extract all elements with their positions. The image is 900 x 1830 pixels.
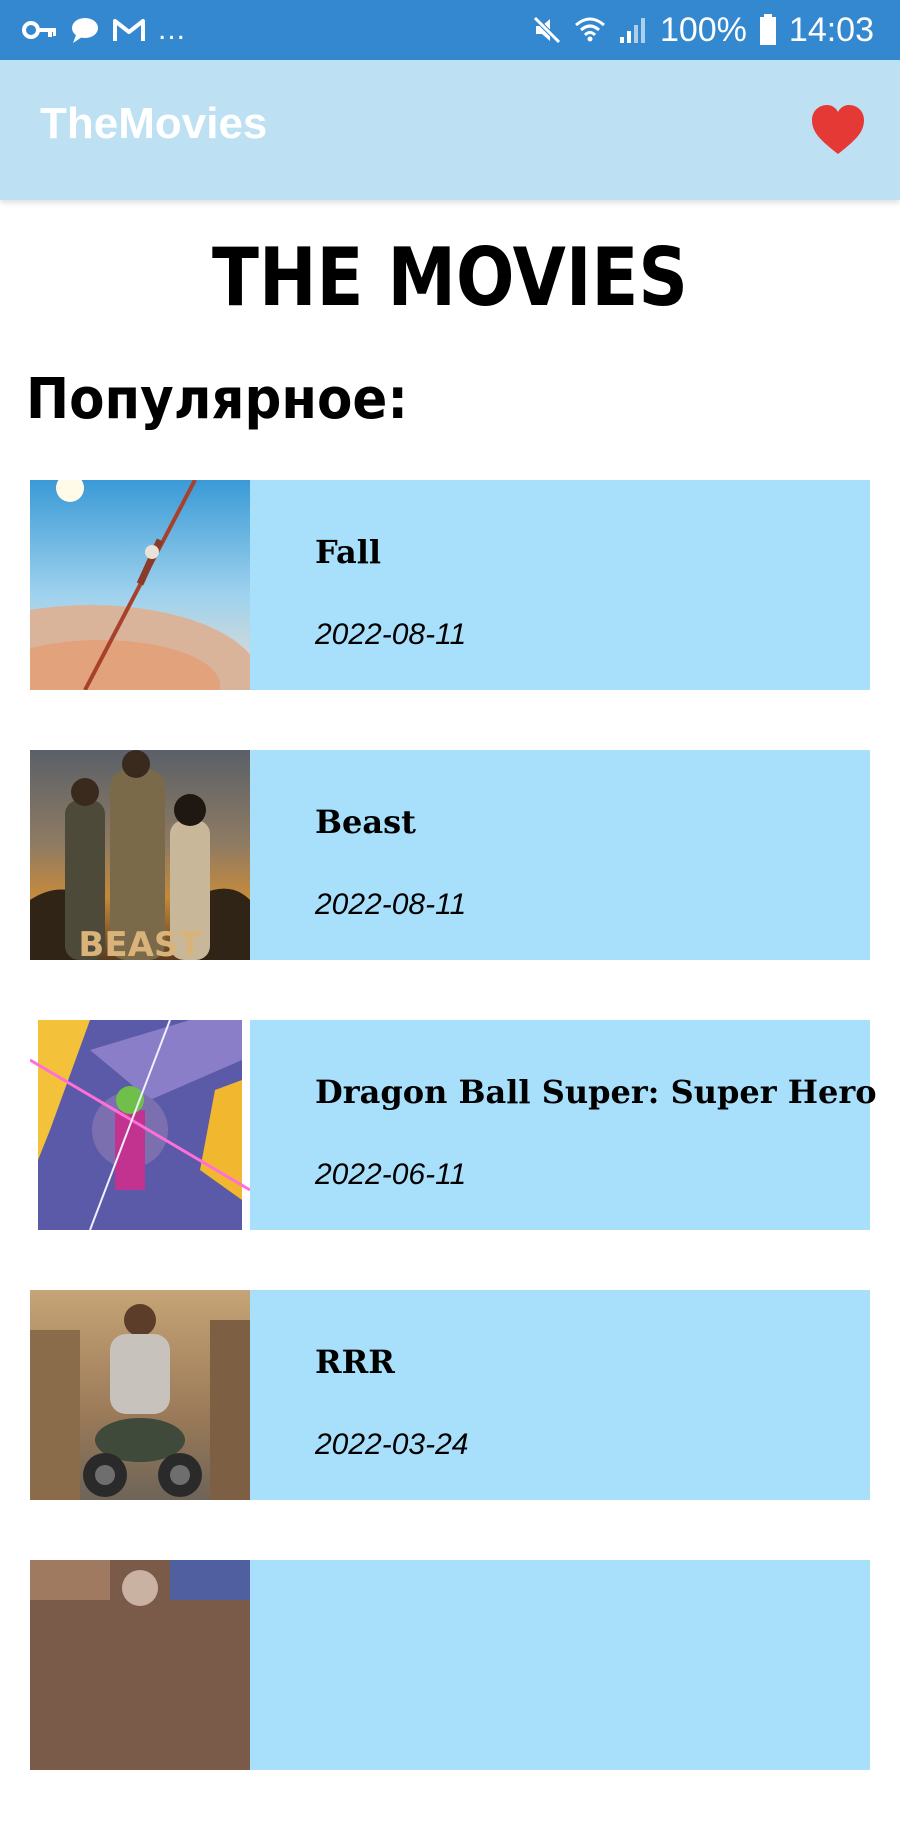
movie-poster: BEAST bbox=[30, 750, 250, 960]
overflow-indicator: ... bbox=[158, 13, 187, 46]
movie-release-date: 2022-03-24 bbox=[315, 1428, 469, 1461]
movie-release-date: 2022-06-11 bbox=[315, 1158, 467, 1191]
chat-bubble-icon bbox=[70, 16, 100, 44]
favorites-button[interactable] bbox=[810, 104, 866, 156]
wifi-icon bbox=[574, 15, 606, 45]
section-title: Популярное: bbox=[26, 367, 408, 432]
movie-card[interactable]: RRR 2022-03-24 bbox=[30, 1290, 870, 1500]
status-bar: ... 100% 14:03 bbox=[0, 0, 900, 60]
app-title: TheMovies bbox=[40, 99, 268, 148]
status-bar-left: ... bbox=[22, 15, 186, 45]
battery-percentage: 100% bbox=[659, 11, 747, 49]
clock: 14:03 bbox=[788, 11, 874, 49]
key-icon bbox=[22, 20, 58, 40]
movie-poster bbox=[30, 1290, 250, 1500]
movie-poster bbox=[30, 1560, 250, 1770]
signal-icon bbox=[618, 15, 648, 45]
movie-title: Beast bbox=[315, 803, 416, 841]
movie-poster bbox=[30, 1020, 250, 1230]
page-heading: THE MOVIES bbox=[212, 231, 688, 324]
movie-card[interactable]: BEAST Beast 2022-08-11 bbox=[30, 750, 870, 960]
movie-release-date: 2022-08-11 bbox=[315, 888, 467, 921]
gmail-icon bbox=[112, 17, 146, 43]
movie-card[interactable]: Fall 2022-08-11 bbox=[30, 480, 870, 690]
heart-icon bbox=[812, 105, 864, 154]
movie-release-date: 2022-08-11 bbox=[315, 618, 467, 651]
app-bar: TheMovies bbox=[0, 60, 900, 200]
movie-card[interactable] bbox=[30, 1560, 870, 1770]
movie-list: Fall 2022-08-11 BEAST Beast 2022-08-11 D… bbox=[30, 480, 877, 1830]
battery-icon bbox=[759, 14, 777, 46]
movie-card[interactable]: Dragon Ball Super: Super Hero 2022-06-11 bbox=[30, 1020, 877, 1230]
movie-title: Dragon Ball Super: Super Hero bbox=[315, 1073, 877, 1111]
movie-title: RRR bbox=[315, 1343, 395, 1381]
movie-poster bbox=[30, 480, 250, 690]
svg-text:BEAST: BEAST bbox=[78, 925, 202, 960]
mute-icon bbox=[532, 15, 562, 45]
status-bar-right: 100% 14:03 bbox=[532, 13, 874, 47]
movie-title: Fall bbox=[315, 533, 382, 571]
